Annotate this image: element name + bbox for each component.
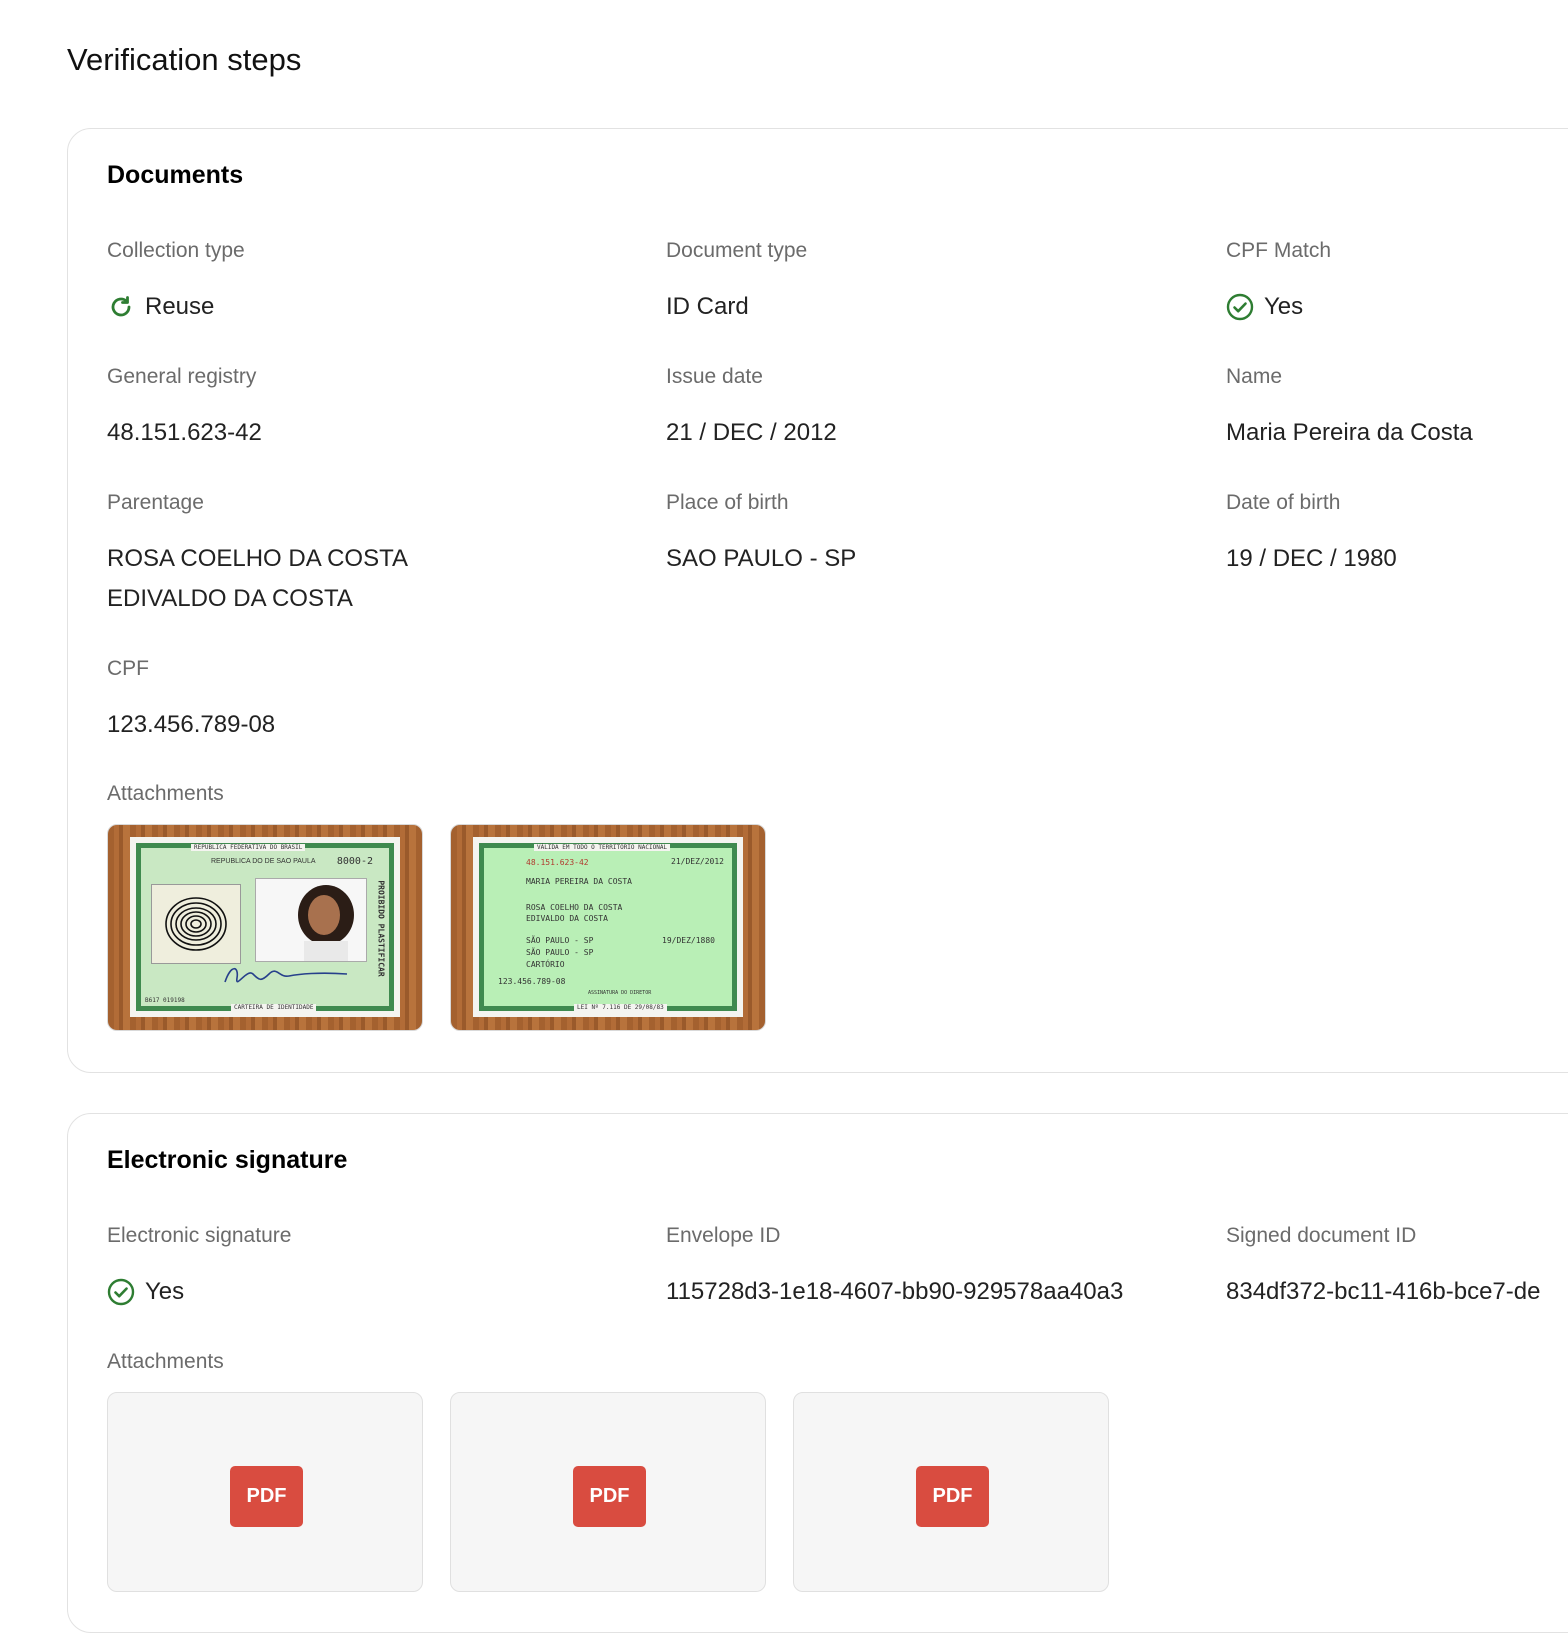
collection-type-value: Reuse — [145, 293, 215, 320]
id-back-card: VÁLIDA EM TODO O TERRITÓRIO NACIONAL 48.… — [473, 837, 743, 1017]
issue-date-field: Issue date 21 / DEC / 2012 — [666, 365, 837, 453]
check-circle-icon — [107, 1278, 135, 1306]
parentage-label: Parentage — [107, 491, 204, 514]
id-back-expedition: 21/DEZ/2012 — [671, 857, 724, 866]
id-back-registry: 48.151.623-42 — [526, 858, 589, 867]
signed-document-id-field: Signed document ID 834df372-bc11-416b-bc… — [1226, 1224, 1540, 1312]
issue-date-value: 21 / DEC / 2012 — [666, 419, 837, 446]
page-title: Verification steps — [67, 42, 302, 77]
date-of-birth-value: 19 / DEC / 1980 — [1226, 545, 1397, 572]
id-back-name: MARIA PEREIRA DA COSTA — [526, 877, 632, 886]
id-back-signature-label: ASSINATURA DO DIRETOR — [588, 990, 652, 996]
parentage-field: Parentage ROSA COELHO DA COSTA EDIVALDO … — [107, 491, 408, 619]
collection-type-field: Collection type Reuse — [107, 239, 245, 327]
cpf-value: 123.456.789-08 — [107, 711, 276, 738]
pdf-icon: PDF — [230, 1466, 303, 1527]
general-registry-field: General registry 48.151.623-42 — [107, 365, 262, 453]
id-back-birthplace-2: SÃO PAULO - SP — [526, 948, 594, 957]
refresh-icon — [107, 293, 135, 321]
fingerprint-image — [151, 884, 241, 964]
id-back-inner: VÁLIDA EM TODO O TERRITÓRIO NACIONAL 48.… — [479, 843, 737, 1011]
place-of-birth-value: SAO PAULO - SP — [666, 545, 857, 572]
pdf-attachment-2[interactable]: PDF — [450, 1392, 766, 1592]
esignature-attachments-heading: Attachments — [107, 1350, 224, 1373]
id-back-birth-date: 19/DEZ/1880 — [662, 936, 715, 945]
id-front-inner: REPUBLICA FEDERATIVA DO BRASIL REPUBLICA… — [136, 843, 394, 1011]
attachments-label: Attachments — [107, 782, 224, 806]
envelope-id-value: 115728d3-1e18-4607-bb90-929578aa40a3 — [666, 1278, 1124, 1305]
name-value: Maria Pereira da Costa — [1226, 419, 1473, 446]
pdf-attachment-3[interactable]: PDF — [793, 1392, 1109, 1592]
pdf-icon: PDF — [573, 1466, 646, 1527]
id-front-serial: B617 019198 — [145, 997, 185, 1004]
check-circle-icon — [1226, 293, 1254, 321]
attachments-heading: Attachments — [107, 782, 224, 805]
id-back-cpf: 123.456.789-08 — [498, 977, 566, 986]
id-photo — [255, 878, 367, 962]
collection-type-label: Collection type — [107, 239, 245, 262]
id-back-mother: ROSA COELHO DA COSTA — [526, 903, 623, 912]
general-registry-value: 48.151.623-42 — [107, 419, 262, 446]
envelope-id-label: Envelope ID — [666, 1224, 781, 1247]
cpf-match-label: CPF Match — [1226, 239, 1332, 262]
id-front-footer: CARTEIRA DE IDENTIDADE — [231, 1004, 317, 1011]
documents-title: Documents — [107, 161, 244, 189]
place-of-birth-label: Place of birth — [666, 491, 789, 514]
esignature-field: Electronic signature Yes — [107, 1224, 291, 1312]
pdf-icon: PDF — [916, 1466, 989, 1527]
electronic-signature-card: Electronic signature Electronic signatur… — [67, 1113, 1568, 1633]
id-front-card: REPUBLICA FEDERATIVA DO BRASIL REPUBLICA… — [130, 837, 400, 1017]
id-front-number: 8000-2 — [336, 856, 373, 867]
pdf-attachment-1[interactable]: PDF — [107, 1392, 423, 1592]
esignature-value: Yes — [145, 1278, 185, 1305]
signature-image — [221, 960, 351, 990]
id-front-thumbnail[interactable]: REPUBLICA FEDERATIVA DO BRASIL REPUBLICA… — [107, 824, 423, 1031]
esignature-label: Electronic signature — [107, 1224, 292, 1247]
id-back-thumbnail[interactable]: VÁLIDA EM TODO O TERRITÓRIO NACIONAL 48.… — [450, 824, 766, 1031]
date-of-birth-field: Date of birth 19 / DEC / 1980 — [1226, 491, 1397, 579]
name-field: Name Maria Pereira da Costa — [1226, 365, 1473, 453]
esignature-title: Electronic signature — [107, 1146, 348, 1174]
id-front-header: REPUBLICA FEDERATIVA DO BRASIL — [191, 844, 306, 851]
place-of-birth-field: Place of birth SAO PAULO - SP — [666, 491, 856, 579]
parentage-mother: ROSA COELHO DA COSTA — [107, 545, 408, 572]
cpf-match-value: Yes — [1264, 293, 1304, 320]
general-registry-label: General registry — [107, 365, 257, 388]
id-back-header: VÁLIDA EM TODO O TERRITÓRIO NACIONAL — [534, 844, 671, 851]
documents-card: Documents Collection type Reuse Document… — [67, 128, 1568, 1073]
id-back-birthplace-1: SÃO PAULO - SP — [526, 936, 594, 945]
envelope-id-field: Envelope ID 115728d3-1e18-4607-bb90-9295… — [666, 1224, 1123, 1312]
document-type-label: Document type — [666, 239, 808, 262]
name-label: Name — [1226, 365, 1283, 388]
cpf-match-field: CPF Match Yes — [1226, 239, 1331, 327]
id-back-father: EDIVALDO DA COSTA — [526, 914, 608, 923]
id-back-footer: LEI Nº 7.116 DE 29/08/83 — [574, 1004, 667, 1011]
parentage-father: EDIVALDO DA COSTA — [107, 585, 353, 612]
signed-document-id-label: Signed document ID — [1226, 1224, 1417, 1247]
esignature-attachments-label: Attachments — [107, 1350, 224, 1374]
issue-date-label: Issue date — [666, 365, 763, 388]
cpf-label: CPF — [107, 657, 149, 680]
id-front-state: REPUBLICA DO DE SAO PAULA — [211, 858, 316, 865]
document-type-value: ID Card — [666, 293, 749, 320]
cpf-field: CPF 123.456.789-08 — [107, 657, 275, 745]
date-of-birth-label: Date of birth — [1226, 491, 1341, 514]
id-back-registry-office: CARTÓRIO — [526, 960, 565, 969]
signed-document-id-value: 834df372-bc11-416b-bce7-de — [1226, 1278, 1541, 1305]
document-type-field: Document type ID Card — [666, 239, 807, 327]
id-front-side-text: PROIBIDO PLASTIFICAR — [376, 880, 386, 977]
